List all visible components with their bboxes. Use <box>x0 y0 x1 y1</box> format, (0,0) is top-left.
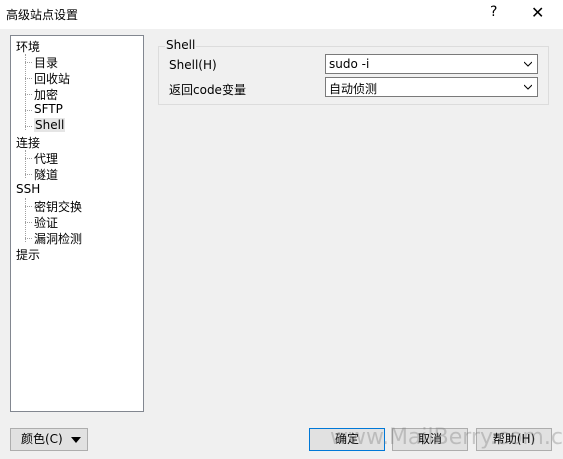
tree-connector <box>25 94 32 95</box>
tree-connector <box>25 206 32 207</box>
close-icon[interactable]: ✕ <box>531 3 544 22</box>
color-button-label: 颜色(C) <box>21 432 63 446</box>
tree-item-directory[interactable]: 目录 <box>34 54 58 71</box>
shell-label: Shell(H) <box>169 58 217 72</box>
tree-item-hint[interactable]: 提示 <box>16 246 40 263</box>
dropdown-arrow-icon <box>71 437 81 443</box>
title-bar: 高级站点设置 ? ✕ <box>0 0 563 29</box>
tree-item-proxy[interactable]: 代理 <box>34 150 58 167</box>
tree-item-connection[interactable]: 连接 <box>16 134 40 151</box>
tree-connector <box>25 174 32 175</box>
tree-item-encryption[interactable]: 加密 <box>34 86 58 103</box>
tree-item-key-exchange[interactable]: 密钥交换 <box>34 198 82 215</box>
tree-connector <box>25 110 32 111</box>
tree-connector <box>25 158 32 159</box>
tree-item-tunnel[interactable]: 隧道 <box>34 166 58 183</box>
help-button[interactable]: 帮助(H) <box>476 428 552 451</box>
settings-tree[interactable]: 环境 目录 回收站 加密 SFTP Shell 连接 代理 隧道 SSH 密钥交… <box>10 35 144 412</box>
tree-item-vulnerability-check[interactable]: 漏洞检测 <box>34 230 82 247</box>
window-title: 高级站点设置 <box>6 8 79 22</box>
tree-connector <box>25 222 32 223</box>
tree-item-shell[interactable]: Shell <box>34 118 66 132</box>
return-code-value: 自动侦测 <box>329 82 378 96</box>
tree-connector <box>25 78 32 79</box>
ok-button[interactable]: 确定 <box>309 428 385 451</box>
tree-connector <box>25 54 26 130</box>
chevron-down-icon <box>524 61 532 67</box>
shell-value: sudo -i <box>329 57 370 71</box>
tree-connector <box>25 238 32 239</box>
return-code-label: 返回code变量 <box>169 83 246 97</box>
tree-item-sftp[interactable]: SFTP <box>34 102 63 116</box>
color-button[interactable]: 颜色(C) <box>10 428 88 451</box>
return-code-combobox[interactable]: 自动侦测 <box>325 77 538 97</box>
shell-combobox[interactable]: sudo -i <box>325 54 538 74</box>
shell-group-title: Shell <box>165 38 197 52</box>
help-title-button[interactable]: ? <box>490 4 497 20</box>
tree-connector <box>25 198 26 242</box>
tree-item-environment[interactable]: 环境 <box>16 38 40 55</box>
chevron-down-icon <box>524 84 532 90</box>
tree-item-authentication[interactable]: 验证 <box>34 214 58 231</box>
tree-item-ssh[interactable]: SSH <box>16 182 40 196</box>
cancel-button[interactable]: 取消 <box>392 428 468 451</box>
tree-item-recycle-bin[interactable]: 回收站 <box>34 70 70 87</box>
tree-connector <box>25 62 32 63</box>
tree-connector <box>25 126 32 127</box>
